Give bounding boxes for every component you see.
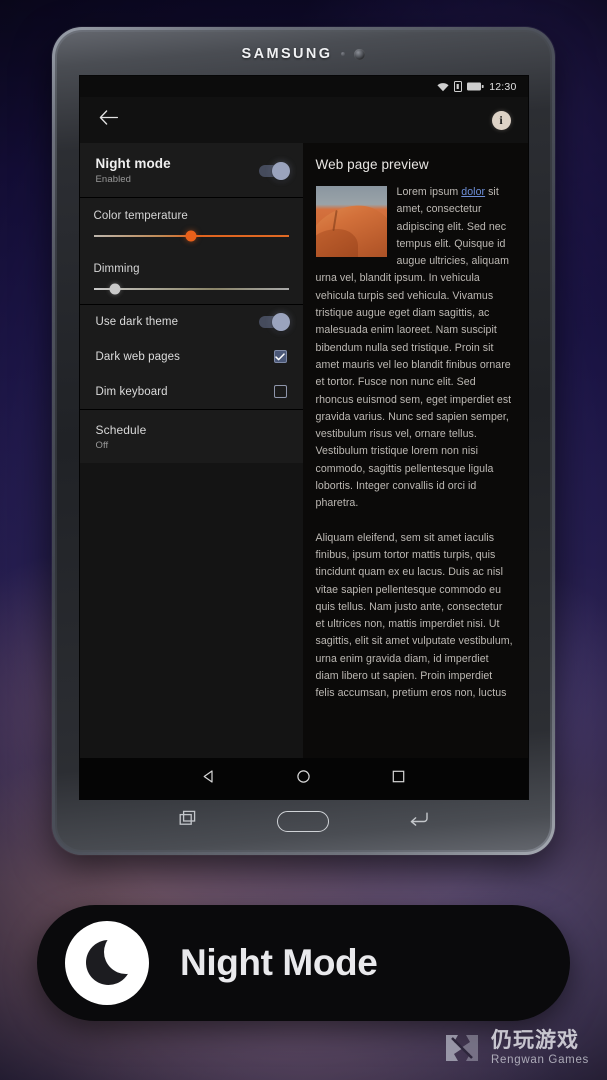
color-temperature-block: Color temperature	[80, 198, 303, 251]
watermark: 仍玩游戏 Rengwan Games	[442, 1028, 589, 1068]
dimming-slider[interactable]	[93, 283, 289, 295]
samsung-logo: SAMSUNG	[241, 46, 333, 62]
dimming-knob[interactable]	[109, 283, 121, 295]
dim-keyboard-checkbox[interactable]	[273, 385, 287, 398]
status-bar-clock: 12:30	[489, 80, 517, 93]
night-mode-group: Night mode Enabled Color temperature Dim…	[79, 143, 303, 304]
banner-title: Night Mode	[180, 942, 378, 983]
dune-shape-secondary	[315, 228, 359, 257]
night-mode-toggle[interactable]	[258, 161, 290, 180]
watermark-name-cn: 仍玩游戏	[491, 1028, 580, 1052]
settings-list-pane: Night mode Enabled Color temperature Dim…	[79, 143, 303, 758]
theme-options-group: Use dark theme Dark web pages Dim keyboa…	[79, 304, 303, 409]
color-temperature-knob[interactable]	[185, 230, 197, 242]
night-mode-title: Night mode	[95, 156, 171, 171]
dim-keyboard-row[interactable]: Dim keyboard	[80, 374, 303, 409]
watermark-name-en: Rengwan Games	[491, 1053, 589, 1066]
tablet-bezel-inner: SAMSUNG 12:30 i Night mode Enabled Color…	[57, 32, 550, 850]
battery-icon	[467, 82, 484, 91]
wifi-icon	[437, 82, 449, 92]
night-mode-row[interactable]: Night mode Enabled	[80, 143, 303, 197]
dolor-link[interactable]: dolor	[461, 186, 485, 198]
tablet-screen: 12:30 i Night mode Enabled Color tempera…	[79, 76, 528, 799]
info-icon[interactable]: i	[491, 110, 511, 130]
schedule-group: Schedule Off	[79, 409, 303, 463]
schedule-subtitle: Off	[95, 440, 109, 451]
night-mode-banner: Night Mode	[37, 905, 570, 1021]
dimming-label: Dimming	[93, 263, 140, 275]
status-bar: 12:30	[79, 76, 528, 97]
sim-card-icon	[454, 81, 463, 92]
paragraph1-before: Lorem ipsum	[396, 186, 462, 198]
android-navigation-bar	[79, 758, 528, 799]
nav-recents-square-icon[interactable]	[391, 769, 406, 789]
preview-paragraph-2: Aliquam eleifend, sem sit amet iaculis f…	[315, 531, 513, 700]
watermark-text: 仍玩游戏 Rengwan Games	[491, 1030, 589, 1067]
proximity-sensor-icon	[341, 52, 346, 56]
hardware-key-row	[80, 799, 528, 843]
desert-dune-photo-icon	[315, 186, 387, 257]
hw-home-pill[interactable]	[276, 810, 329, 832]
use-dark-theme-row[interactable]: Use dark theme	[80, 305, 303, 339]
crescent-moon-icon	[65, 921, 149, 1005]
web-preview-pane: Web page preview Lorem ipsum dolor sit a…	[302, 143, 528, 758]
nav-back-triangle-icon[interactable]	[201, 769, 216, 789]
color-temperature-slider[interactable]	[93, 230, 289, 242]
front-camera-icon	[354, 48, 366, 60]
rengwan-logo-icon	[442, 1028, 482, 1068]
schedule-row[interactable]: Schedule Off	[80, 410, 303, 463]
dimming-block: Dimming	[80, 251, 303, 304]
device-brand-strip: SAMSUNG	[57, 32, 550, 76]
settings-pane-filler	[79, 463, 303, 758]
schedule-title: Schedule	[95, 423, 147, 437]
nav-home-circle-icon[interactable]	[296, 769, 311, 789]
use-dark-theme-toggle[interactable]	[258, 313, 290, 331]
tablet-device: SAMSUNG 12:30 i Night mode Enabled Color…	[52, 27, 555, 855]
dim-keyboard-label: Dim keyboard	[95, 385, 168, 398]
hw-back-arrow-icon[interactable]	[409, 811, 429, 832]
app-bar: i	[79, 97, 528, 143]
dark-web-pages-checkbox[interactable]	[273, 350, 287, 363]
web-preview-title: Web page preview	[315, 157, 429, 172]
use-dark-theme-label: Use dark theme	[95, 316, 179, 328]
dark-web-pages-label: Dark web pages	[95, 350, 180, 363]
tablet-bezel-outer: SAMSUNG 12:30 i Night mode Enabled Color…	[55, 30, 552, 852]
settings-content: Night mode Enabled Color temperature Dim…	[79, 143, 528, 758]
dimming-track	[93, 288, 289, 290]
night-mode-subtitle: Enabled	[95, 174, 132, 185]
hw-recents-icon[interactable]	[178, 810, 197, 832]
back-arrow-icon[interactable]	[99, 110, 118, 130]
color-temperature-label: Color temperature	[93, 210, 188, 222]
dark-web-pages-row[interactable]: Dark web pages	[80, 339, 303, 374]
